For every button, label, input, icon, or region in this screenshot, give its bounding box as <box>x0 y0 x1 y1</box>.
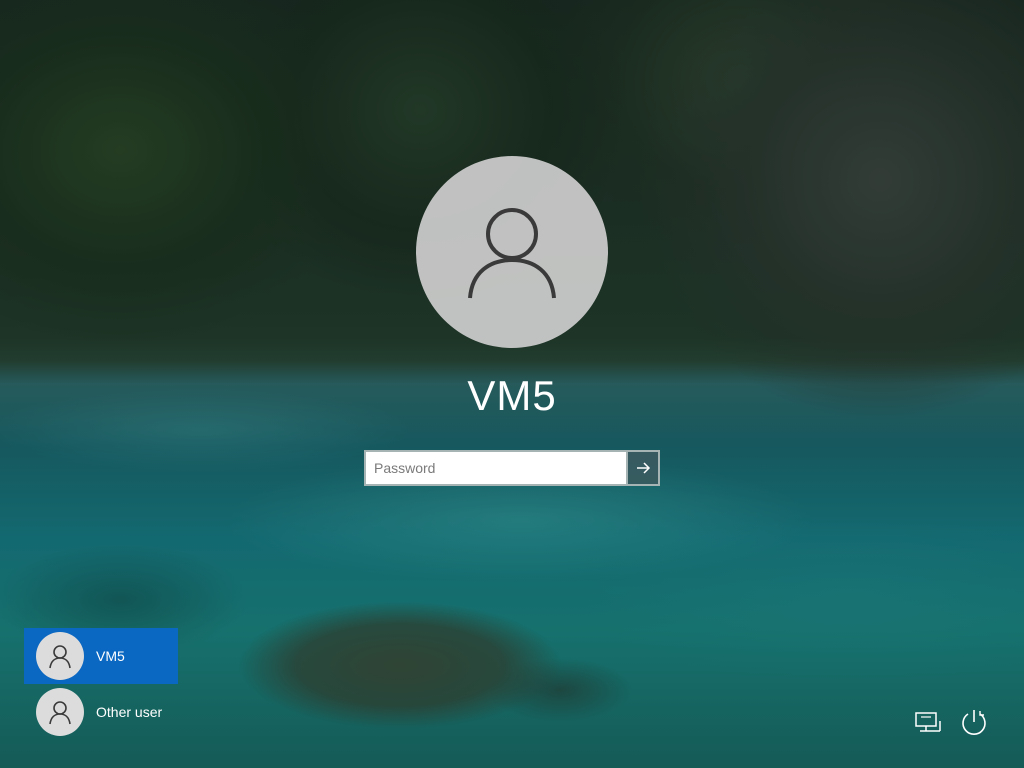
user-avatar-small <box>36 632 84 680</box>
user-tile-label: Other user <box>96 704 163 720</box>
user-list: VM5 Other user <box>24 628 178 740</box>
power-button[interactable] <box>956 704 992 740</box>
user-tile-other-user[interactable]: Other user <box>24 684 178 740</box>
user-avatar-small <box>36 688 84 736</box>
network-button[interactable] <box>910 704 946 740</box>
power-icon <box>962 710 986 735</box>
username-label: VM5 <box>467 372 557 419</box>
person-icon <box>49 645 71 669</box>
password-form <box>364 450 660 486</box>
user-tile-vm5[interactable]: VM5 <box>24 628 178 684</box>
user-avatar-large <box>416 156 608 348</box>
submit-button[interactable] <box>626 450 660 486</box>
lock-screen: VM5 VM5 Other user <box>0 0 1024 768</box>
network-icon <box>915 712 941 732</box>
user-tile-label: VM5 <box>96 648 125 664</box>
person-icon <box>49 701 71 725</box>
person-icon <box>468 208 556 299</box>
password-input[interactable] <box>364 450 626 486</box>
arrow-right-icon <box>637 462 651 474</box>
